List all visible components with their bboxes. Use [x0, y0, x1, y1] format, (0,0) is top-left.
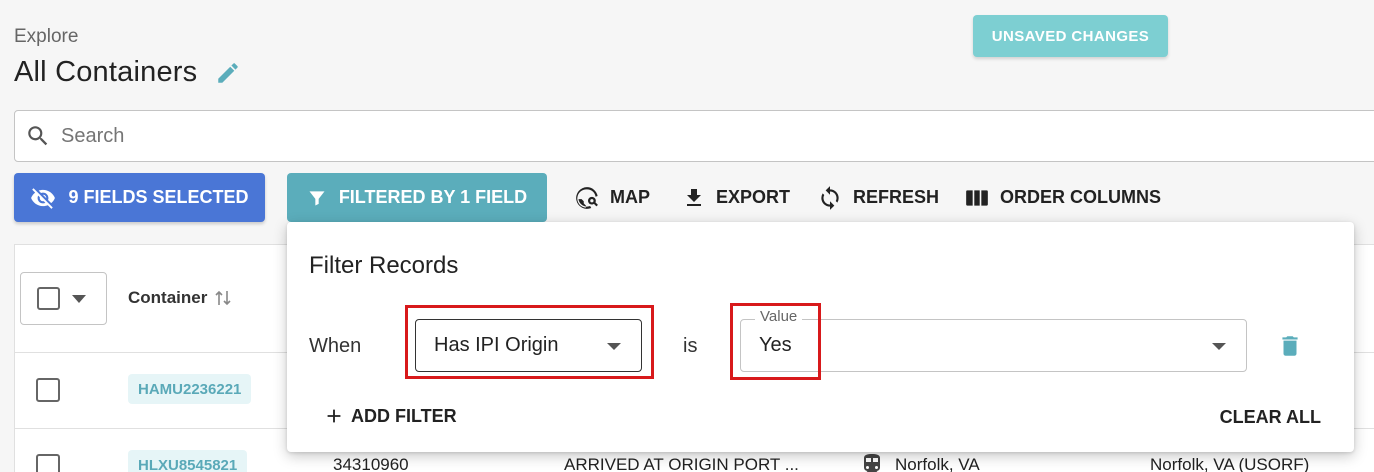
container-chip[interactable]: HLXU8545821 [128, 450, 248, 472]
view-column-icon [966, 189, 988, 206]
row-checkbox[interactable] [36, 454, 60, 472]
filter-field-select[interactable]: Has IPI Origin [415, 319, 642, 372]
download-icon [687, 188, 701, 206]
title-row: All Containers [14, 56, 243, 89]
clear-all-button[interactable]: CLEAR ALL [1220, 407, 1321, 428]
plus-icon [327, 409, 341, 423]
train-icon [864, 454, 880, 472]
search-input[interactable] [61, 124, 1374, 148]
row-checkbox[interactable] [36, 378, 60, 402]
filter-records-panel: Filter Records When Has IPI Origin is Va… [287, 222, 1354, 452]
row-destination: Norfolk, VA (USORF) [1150, 455, 1310, 472]
dropdown-arrow-icon [607, 343, 621, 350]
filtered-by-label: FILTERED BY 1 FIELD [338, 187, 528, 207]
filter-value-select[interactable]: Value Yes [740, 308, 1247, 372]
chevron-down-icon [72, 294, 86, 303]
page-title: All Containers [14, 56, 198, 88]
select-all-checkbox[interactable] [37, 287, 60, 310]
when-label: When [309, 335, 362, 357]
value-legend: Value [755, 308, 803, 325]
dropdown-arrow-icon [1212, 343, 1226, 350]
sort-icon[interactable] [215, 289, 231, 307]
sync-icon [821, 185, 839, 210]
map-button[interactable]: MAP [574, 173, 650, 222]
page: Explore All Containers UNSAVED CHANGES 9… [0, 0, 1374, 472]
select-all-dropdown[interactable] [20, 272, 107, 325]
unsaved-changes-button[interactable]: UNSAVED CHANGES [973, 15, 1168, 57]
delete-icon[interactable] [1277, 332, 1303, 360]
filter-icon [309, 190, 325, 205]
visibility-off-icon [31, 187, 56, 209]
row-id: 34310960 [333, 455, 409, 472]
refresh-button[interactable]: REFRESH [817, 173, 939, 222]
add-filter-button[interactable]: ADD FILTER [323, 405, 457, 427]
order-columns-button[interactable]: ORDER COLUMNS [964, 173, 1161, 222]
row-location: Norfolk, VA [895, 455, 980, 472]
travel-explore-icon [576, 186, 598, 209]
add-filter-label: ADD FILTER [351, 405, 457, 426]
container-chip[interactable]: HAMU2236221 [128, 374, 252, 404]
filter-field-value: Has IPI Origin [434, 334, 559, 356]
column-header-label: Container [128, 288, 208, 307]
edit-pencil-icon[interactable] [213, 58, 243, 88]
fields-selected-button[interactable]: 9 FIELDS SELECTED [14, 173, 265, 222]
map-label: MAP [610, 187, 650, 207]
breadcrumb[interactable]: Explore [14, 26, 78, 48]
filtered-by-button[interactable]: FILTERED BY 1 FIELD [287, 173, 547, 222]
is-label: is [683, 335, 698, 357]
search-box [14, 110, 1374, 162]
row-status: ARRIVED AT ORIGIN PORT ... [564, 455, 799, 472]
export-label: EXPORT [716, 187, 791, 207]
filter-value-value: Yes [759, 334, 792, 356]
refresh-label: REFRESH [853, 187, 940, 207]
order-columns-label: ORDER COLUMNS [1000, 187, 1161, 207]
filter-panel-title: Filter Records [309, 252, 459, 279]
search-icon [28, 126, 48, 146]
fields-selected-label: 9 FIELDS SELECTED [68, 187, 249, 207]
column-header-container[interactable]: Container [128, 288, 231, 308]
export-button[interactable]: EXPORT [682, 173, 790, 222]
